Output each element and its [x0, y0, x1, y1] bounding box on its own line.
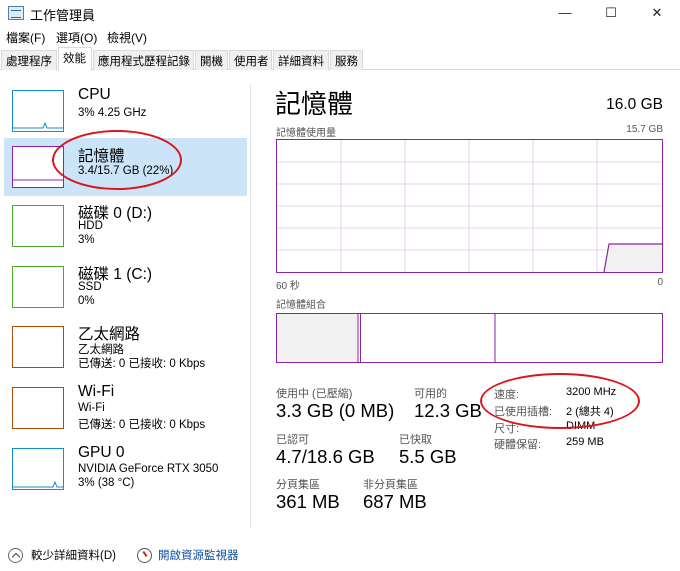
minimize-button[interactable]: —: [542, 0, 588, 26]
disk-1-thumbnail: [12, 266, 64, 308]
disk-0-thumbnail: [12, 205, 64, 247]
sidebar-item-detail: Wi-Fi: [78, 402, 105, 414]
cached-label: 已快取: [399, 434, 432, 446]
in-use-value: 3.3 GB (0 MB): [276, 400, 395, 421]
cached-value: 5.5 GB: [399, 446, 457, 467]
page-title: 記憶體: [275, 89, 354, 119]
gpu-thumbnail: [12, 448, 64, 490]
available-value: 12.3 GB: [414, 400, 482, 421]
resource-sidebar: CPU 3% 4.25 GHz 記憶體 3.4/15.7 GB (22%) 磁碟…: [0, 70, 250, 540]
tab-processes[interactable]: 處理程序: [1, 50, 57, 70]
maximize-button[interactable]: ☐: [588, 0, 634, 26]
usage-graph-max: 15.7 GB: [626, 124, 663, 135]
graph-axis-right: 0: [657, 277, 663, 288]
sidebar-item-detail: 0%: [78, 295, 95, 307]
memory-thumbnail: [12, 146, 64, 188]
sidebar-divider: [250, 84, 251, 529]
sidebar-item-title: Wi-Fi: [78, 383, 115, 400]
task-manager-icon: [8, 6, 24, 20]
footer: 較少詳細資料(D) 開啟資源監視器: [0, 540, 680, 571]
sidebar-item-cpu[interactable]: CPU 3% 4.25 GHz: [4, 86, 247, 144]
menu-file[interactable]: 檔案(F): [6, 29, 45, 46]
tab-services[interactable]: 服務: [330, 50, 363, 70]
usage-graph-svg: [277, 140, 662, 273]
tab-startup[interactable]: 開機: [195, 50, 228, 70]
tab-performance[interactable]: 效能: [58, 47, 92, 71]
slots-used-label: 已使用插槽:: [494, 406, 553, 418]
tab-app-history[interactable]: 應用程式歷程記錄: [93, 50, 194, 70]
sidebar-item-ethernet[interactable]: 乙太網路 乙太網路 已傳送: 0 已接收: 0 Kbps: [4, 322, 247, 380]
form-factor-label: 尺寸:: [494, 423, 520, 435]
sidebar-item-detail: HDD: [78, 220, 103, 232]
sidebar-item-title: CPU: [78, 86, 111, 103]
sidebar-item-detail: 3%: [78, 234, 95, 246]
resource-monitor-icon: [137, 547, 152, 563]
cpu-thumbnail: [12, 90, 64, 132]
window-title: 工作管理員: [30, 8, 96, 23]
sidebar-item-wifi[interactable]: Wi-Fi Wi-Fi 已傳送: 0 已接收: 0 Kbps: [4, 383, 247, 441]
composition-svg: [277, 314, 496, 362]
tab-details[interactable]: 詳細資料: [273, 50, 329, 70]
memory-total: 16.0 GB: [606, 96, 663, 113]
hardware-reserved-value: 259 MB: [566, 436, 604, 448]
speed-label: 速度:: [494, 389, 520, 401]
sidebar-item-detail: 已傳送: 0 已接收: 0 Kbps: [78, 419, 206, 431]
open-resource-monitor-link[interactable]: 開啟資源監視器: [137, 545, 239, 565]
open-resource-monitor-label: 開啟資源監視器: [158, 550, 239, 562]
chevron-up-icon: [8, 547, 23, 563]
nonpaged-pool-label: 非分頁集區: [363, 479, 418, 491]
tab-bar: 處理程序 效能 應用程式歷程記錄 開機 使用者 詳細資料 服務: [0, 47, 680, 71]
tab-users[interactable]: 使用者: [229, 50, 272, 70]
sidebar-item-detail: NVIDIA GeForce RTX 3050: [78, 463, 219, 475]
sidebar-item-detail: 3% (38 °C): [78, 477, 135, 489]
sidebar-item-title: 記憶體: [78, 148, 125, 165]
wifi-thumbnail: [12, 387, 64, 429]
menu-options[interactable]: 選項(O): [56, 29, 97, 46]
nonpaged-pool-value: 687 MB: [363, 491, 427, 512]
sidebar-item-disk-0[interactable]: 磁碟 0 (D:) HDD 3%: [4, 201, 247, 259]
slots-used-value: 2 (總共 4): [566, 406, 614, 418]
close-button[interactable]: ✕: [634, 0, 680, 26]
memory-usage-graph: [276, 139, 663, 273]
sidebar-item-detail: SSD: [78, 281, 102, 293]
menu-view[interactable]: 檢視(V): [107, 29, 147, 46]
graph-axis-left: 60 秒: [276, 281, 300, 292]
in-use-label: 使用中 (已壓縮): [276, 388, 353, 400]
sidebar-item-detail: 3% 4.25 GHz: [78, 107, 147, 119]
committed-label: 已認可: [276, 434, 309, 446]
usage-graph-label: 記憶體使用量: [276, 128, 336, 139]
form-factor-value: DIMM: [566, 420, 596, 432]
composition-label: 記憶體組合: [276, 300, 326, 311]
fewer-details-button[interactable]: 較少詳細資料(D): [8, 545, 116, 565]
committed-value: 4.7/18.6 GB: [276, 446, 375, 467]
menu-bar: 檔案(F) 選項(O) 檢視(V): [0, 26, 680, 46]
title-bar: 工作管理員 — ☐ ✕: [0, 0, 680, 26]
fewer-details-label: 較少詳細資料(D): [31, 550, 116, 562]
paged-pool-label: 分頁集區: [276, 479, 320, 491]
available-label: 可用的: [414, 388, 447, 400]
memory-composition-bar: [276, 313, 663, 363]
sidebar-item-detail: 3.4/15.7 GB (22%): [78, 165, 174, 177]
sidebar-item-gpu[interactable]: GPU 0 NVIDIA GeForce RTX 3050 3% (38 °C): [4, 444, 247, 502]
sidebar-item-memory[interactable]: 記憶體 3.4/15.7 GB (22%): [4, 138, 247, 196]
paged-pool-value: 361 MB: [276, 491, 340, 512]
hardware-reserved-label: 硬體保留:: [494, 439, 542, 451]
sidebar-item-disk-1[interactable]: 磁碟 1 (C:) SSD 0%: [4, 262, 247, 320]
speed-value: 3200 MHz: [566, 386, 617, 398]
ethernet-thumbnail: [12, 326, 64, 368]
sidebar-item-title: GPU 0: [78, 444, 125, 461]
sidebar-item-detail: 已傳送: 0 已接收: 0 Kbps: [78, 358, 206, 370]
